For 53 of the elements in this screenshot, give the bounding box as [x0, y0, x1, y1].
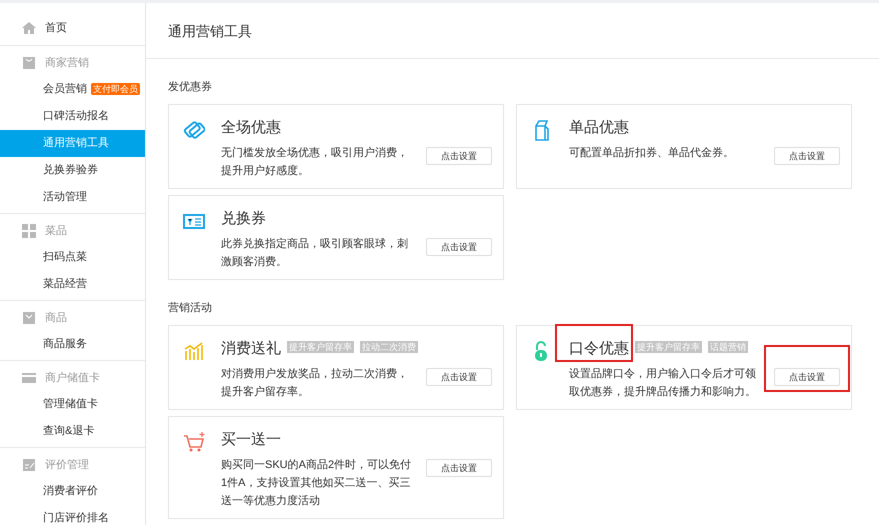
sidebar-item[interactable]: 扫码点菜	[0, 244, 145, 271]
card-title: 口令优惠	[569, 340, 629, 358]
setup-button[interactable]: 点击设置	[774, 146, 840, 165]
home-label: 首页	[45, 20, 67, 36]
card-description: 设置品牌口令，用户输入口令后才可领取优惠券，提升牌品传播力和影响力。	[569, 366, 757, 400]
sidebar-item[interactable]: 查询&退卡	[0, 418, 145, 445]
feature-tag: 提升客户留存率	[635, 341, 702, 354]
promo-badge: 支付即会员	[91, 83, 140, 95]
card-description: 对消费用户发放奖品，拉动二次消费，提升客户留存率。	[221, 366, 409, 400]
card-title: 买一送一	[221, 431, 281, 448]
card-title: 单品优惠	[569, 118, 629, 136]
sidebar-item[interactable]: 商品服务	[0, 331, 145, 358]
section-title: 发优惠券	[167, 80, 213, 95]
card-title: 全场优惠	[221, 118, 281, 136]
sidebar-item-label[interactable]: 会员营销	[43, 83, 87, 95]
card-description: 购买同一SKU的A商品2件时，可以免付1件A，支持设置其他如买二送一、买三送一等优惠力度活动	[221, 458, 412, 510]
page-title: 通用营销工具	[146, 3, 879, 59]
card-title: 兑换券	[221, 210, 266, 227]
tag-icon	[183, 118, 205, 141]
box-icon	[22, 311, 36, 325]
sidebar-item[interactable]: 首页	[0, 15, 145, 41]
card-description: 此券兑换指定商品，吸引顾客眼球，刺激顾客消费。	[221, 236, 409, 270]
sidebar-item[interactable]: 管理储值卡	[0, 391, 145, 418]
sidebar-item[interactable]: 门店评价排名	[0, 505, 145, 525]
card-description: 可配置单品折扣券、单品代金券。	[569, 146, 735, 161]
sidebar-item[interactable]: 消费者评价	[0, 478, 145, 505]
sidebar-item[interactable]: 活动管理	[0, 184, 145, 211]
card-description: 无门槛发放全场优惠，吸引用户消费，提升用户好感度。	[221, 146, 409, 179]
sidebar-group-title: 菜品	[45, 224, 67, 239]
sidebar-group-title: 商品	[45, 310, 67, 326]
sidebar-item[interactable]: 菜品经营	[0, 271, 145, 298]
feature-tag: 拉动二次消费	[360, 341, 418, 354]
sidebar-item[interactable]: 口碑活动报名	[0, 103, 145, 130]
setup-button[interactable]: 点击设置	[426, 146, 492, 165]
setup-button[interactable]: 点击设置	[426, 459, 492, 478]
sidebar-group-title: 商户储值卡	[45, 370, 100, 386]
bag-icon	[22, 56, 36, 70]
edit-icon	[22, 458, 36, 472]
feature-tag: 话题营销	[708, 341, 748, 354]
bar-chart-icon	[183, 340, 205, 362]
grid-icon	[22, 224, 36, 238]
feature-tag: 提升客户留存率	[287, 341, 354, 354]
sidebar-group-title: 评价管理	[45, 458, 89, 473]
card-icon	[22, 371, 36, 385]
cart-icon	[183, 431, 205, 454]
setup-button[interactable]: 点击设置	[774, 368, 840, 386]
house-icon	[22, 21, 36, 35]
section-title: 营销活动	[167, 300, 213, 316]
sidebar-group-title: 商家营销	[45, 56, 89, 71]
setup-button[interactable]: 点击设置	[426, 238, 492, 256]
setup-button[interactable]: 点击设置	[426, 368, 492, 386]
card-title: 消费送礼	[221, 340, 281, 358]
sidebar-item[interactable]: 兑换券验券	[0, 157, 145, 184]
